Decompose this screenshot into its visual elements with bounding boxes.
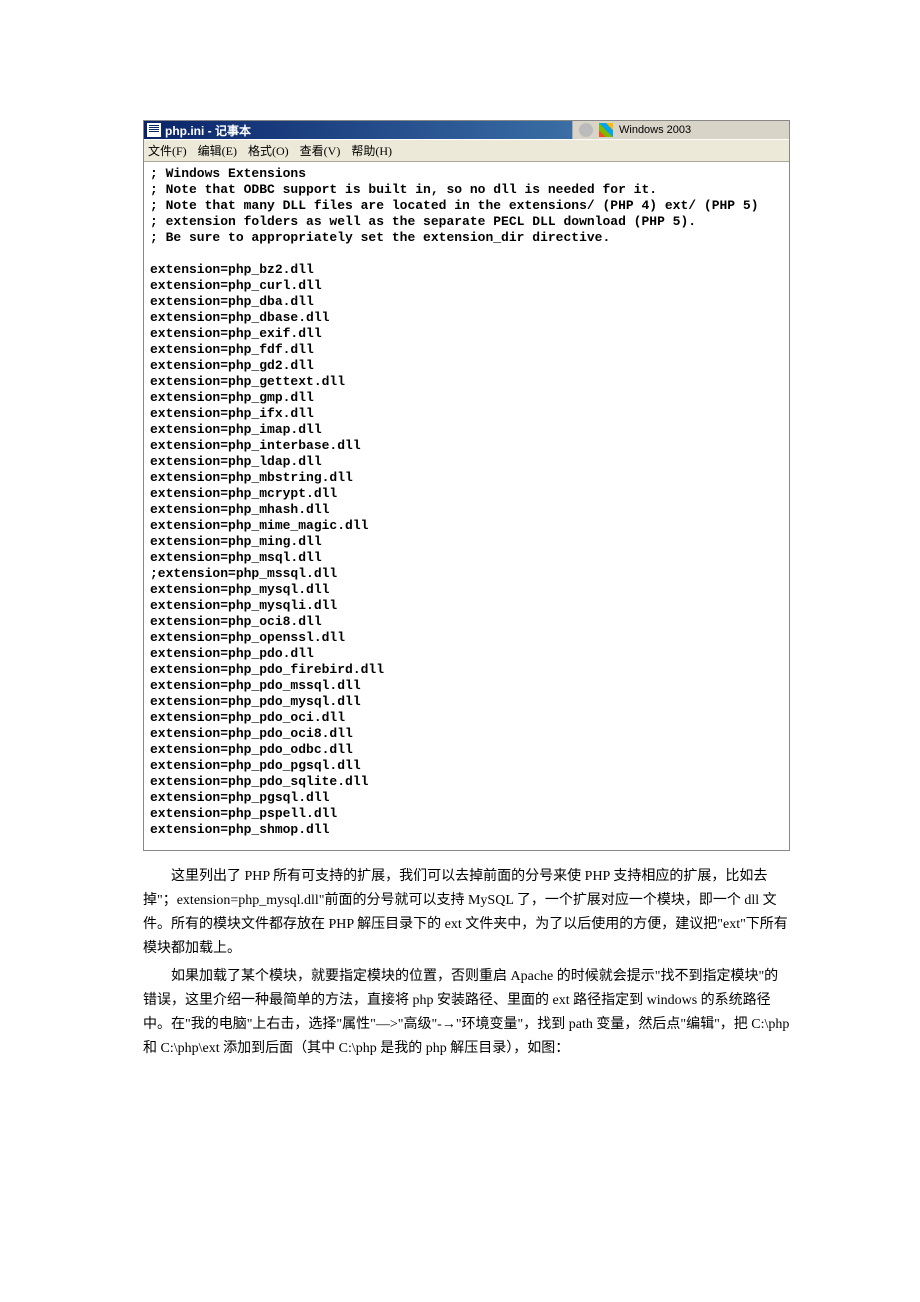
titlebar: php.ini - 记事本 Windows 2003 <box>144 121 789 139</box>
search-icon <box>579 123 593 137</box>
editor-area[interactable]: ; Windows Extensions ; Note that ODBC su… <box>144 162 789 850</box>
window-title: php.ini - 记事本 <box>165 122 251 139</box>
menu-view[interactable]: 查看(V) <box>300 142 341 159</box>
menu-file[interactable]: 文件(F) <box>148 142 187 159</box>
windows-logo-icon <box>599 123 613 137</box>
notepad-icon <box>147 123 161 137</box>
menu-format[interactable]: 格式(O) <box>248 142 289 159</box>
title-active-region[interactable]: php.ini - 记事本 <box>144 121 572 139</box>
menu-help[interactable]: 帮助(H) <box>351 142 392 159</box>
notepad-window: php.ini - 记事本 Windows 2003 文件(F) 编辑(E) 格… <box>143 120 790 851</box>
paragraph-1: 这里列出了 PHP 所有可支持的扩展，我们可以去掉前面的分号来使 PHP 支持相… <box>143 865 790 961</box>
paragraph-2: 如果加载了某个模块，就要指定模块的位置，否则重启 Apache 的时候就会提示"… <box>143 965 790 1061</box>
title-inactive-region: Windows 2003 <box>572 121 789 139</box>
menu-edit[interactable]: 编辑(E) <box>198 142 237 159</box>
inactive-title: Windows 2003 <box>619 124 691 136</box>
menubar: 文件(F) 编辑(E) 格式(O) 查看(V) 帮助(H) <box>144 139 789 162</box>
article-body: 这里列出了 PHP 所有可支持的扩展，我们可以去掉前面的分号来使 PHP 支持相… <box>143 865 790 1061</box>
